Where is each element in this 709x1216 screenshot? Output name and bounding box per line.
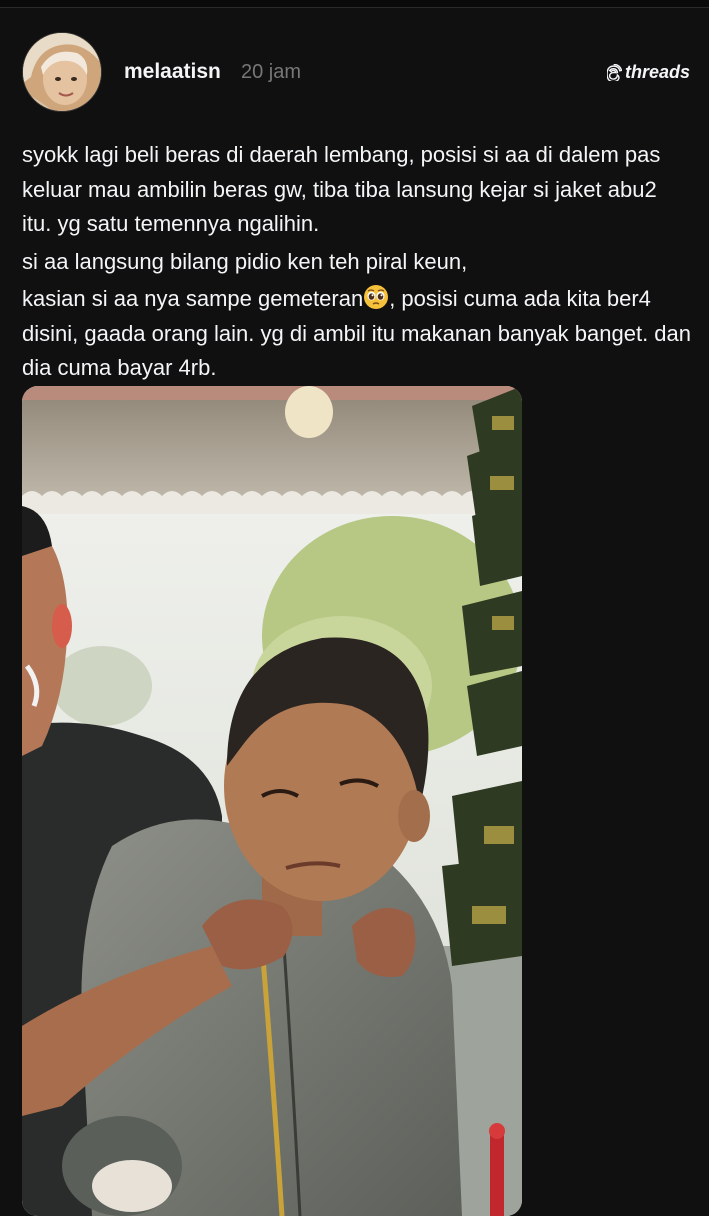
pleading-face-icon: [363, 284, 389, 310]
username[interactable]: melaatisn: [124, 60, 221, 84]
post-photo[interactable]: [22, 386, 522, 1216]
post-header: melaatisn 20 jam threads: [22, 32, 690, 112]
post-paragraph: syokk lagi beli beras di daerah lembang,…: [22, 142, 661, 236]
threads-brand: threads: [606, 62, 690, 83]
post-paragraph-last: kasian si aa nya sampe gemeteran , posis…: [22, 282, 692, 386]
post-paragraph: si aa langsung bilang pidio ken teh pira…: [22, 248, 468, 274]
post-text-segment: kasian si aa nya sampe gemeteran: [22, 286, 364, 311]
avatar[interactable]: [22, 32, 102, 112]
threads-logo-icon: [606, 64, 622, 81]
brand-name: threads: [624, 62, 690, 82]
post-body: syokk lagi beli beras di daerah lembang,…: [22, 138, 692, 386]
photo-scene: [22, 386, 522, 1216]
timestamp: 20 jam: [241, 61, 302, 83]
top-divider: [0, 0, 709, 8]
